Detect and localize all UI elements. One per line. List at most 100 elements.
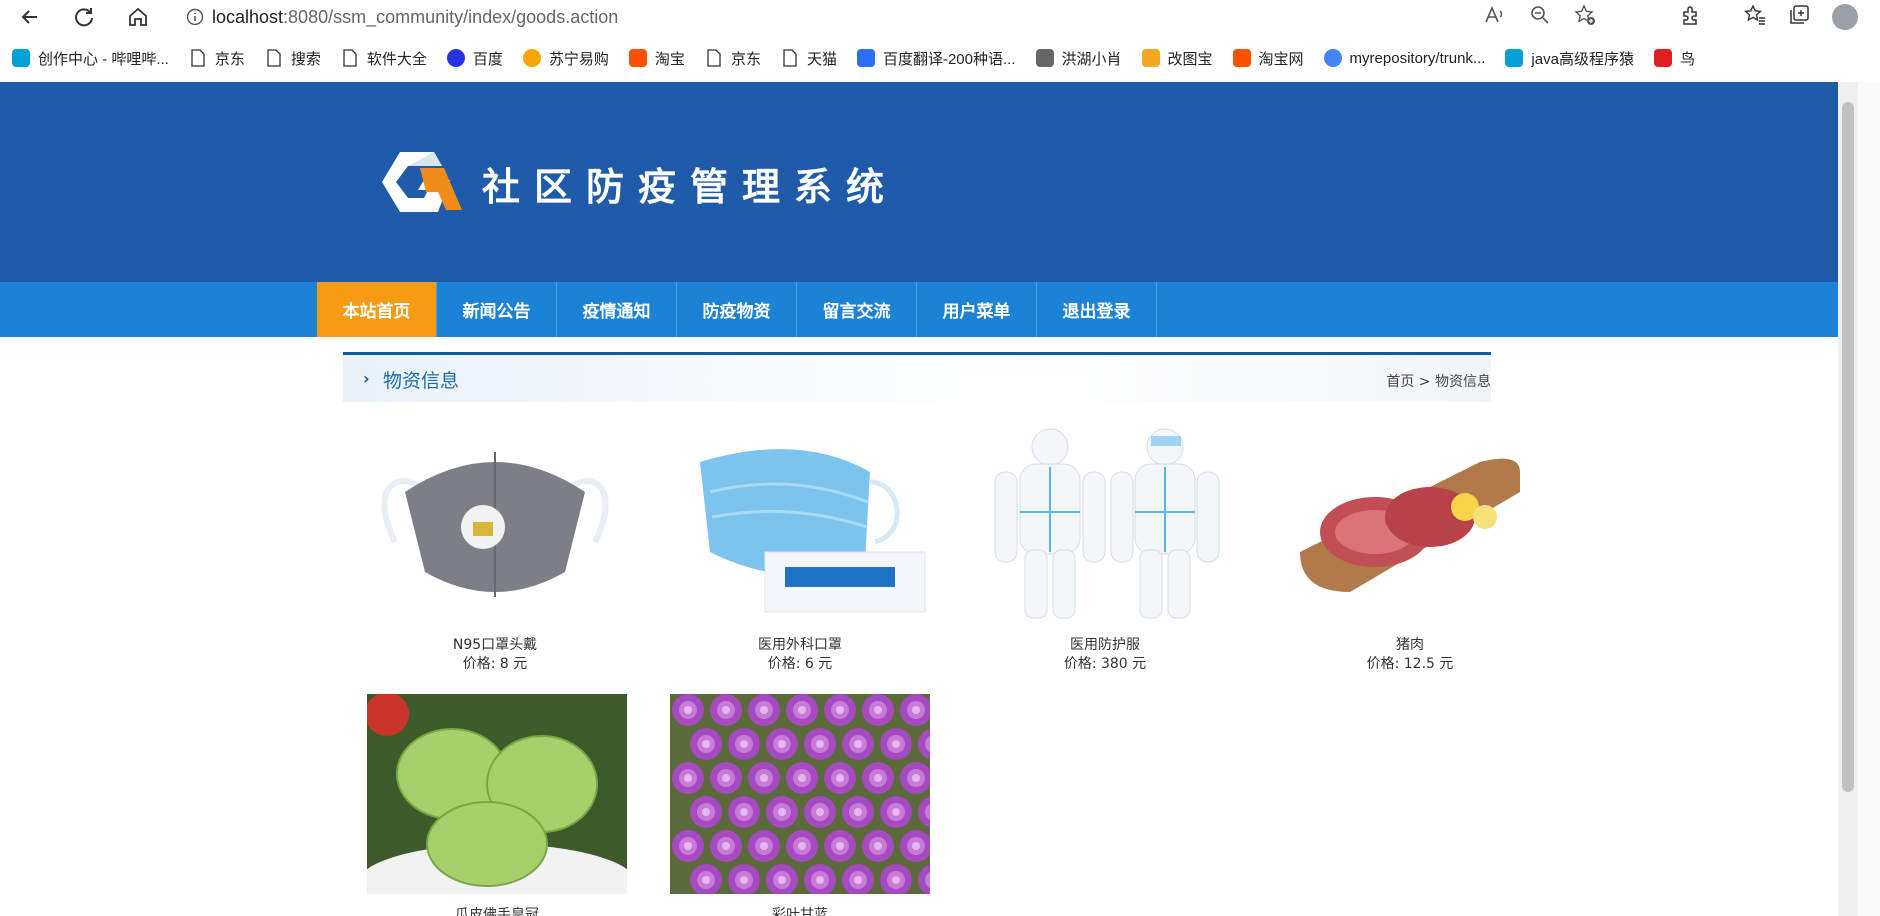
suning-icon bbox=[522, 49, 541, 67]
bookmark-item[interactable]: 天猫 bbox=[781, 48, 837, 69]
page-scrollbar[interactable] bbox=[1838, 82, 1858, 916]
bookmark-item[interactable]: 百度翻译-200种语... bbox=[856, 48, 1016, 69]
nav-item[interactable]: 疫情通知 bbox=[557, 282, 677, 337]
nav-item[interactable]: 用户菜单 bbox=[917, 282, 1037, 337]
bookmark-item[interactable]: 京东 bbox=[705, 48, 761, 69]
address-bar[interactable]: localhost:8080/ssm_community/index/goods… bbox=[178, 2, 1608, 32]
read-aloud-icon[interactable] bbox=[1484, 5, 1506, 30]
collections-icon[interactable] bbox=[1788, 4, 1810, 31]
goods-card[interactable]: 猪肉价格: 12.5 元 bbox=[1280, 422, 1540, 672]
bookmark-label: 苏宁易购 bbox=[548, 50, 609, 68]
goods-card[interactable]: 彩叶甘蓝 bbox=[670, 694, 950, 916]
browser-toolbar: localhost:8080/ssm_community/index/goods… bbox=[0, 0, 1880, 34]
goods-name[interactable]: 彩叶甘蓝 bbox=[670, 904, 930, 916]
bookmark-label: 淘宝 bbox=[654, 50, 685, 68]
bookmark-item[interactable]: java高级程序猿 bbox=[1505, 48, 1634, 69]
bookmark-label: 软件大全 bbox=[366, 50, 427, 68]
chrome-icon bbox=[1323, 49, 1342, 67]
protective-suit-image[interactable] bbox=[975, 422, 1235, 622]
bookmark-label: 洪湖小肖 bbox=[1061, 50, 1122, 68]
page-icon bbox=[341, 49, 359, 67]
page-icon bbox=[265, 49, 283, 67]
gaitubao-icon bbox=[1141, 49, 1160, 67]
chayote-image[interactable] bbox=[357, 692, 637, 916]
goods-card[interactable]: 医用防护服价格: 380 元 bbox=[975, 422, 1235, 672]
goods-price: 价格: 6 元 bbox=[767, 656, 833, 672]
surgical-mask-image[interactable] bbox=[670, 422, 930, 622]
nav-item[interactable]: 退出登录 bbox=[1037, 282, 1157, 337]
bookmark-item[interactable]: 洪湖小肖 bbox=[1035, 48, 1122, 69]
site-title: 社区防疫管理系统 bbox=[482, 165, 899, 209]
bookmark-item[interactable]: 苏宁易购 bbox=[522, 48, 609, 69]
reload-icon[interactable] bbox=[64, 2, 104, 32]
bookmark-item[interactable]: 淘宝 bbox=[628, 48, 685, 69]
bookmark-item[interactable]: 搜索 bbox=[265, 48, 321, 69]
bookmark-item[interactable]: myrepository/trunk... bbox=[1323, 49, 1486, 67]
baidu-icon bbox=[446, 49, 465, 67]
page-icon bbox=[189, 49, 207, 67]
bookmark-label: 鸟 bbox=[1679, 50, 1695, 68]
goods-price: 价格: 8 元 bbox=[462, 656, 528, 672]
section-header: › 物资信息 首页 > 物资信息 bbox=[343, 352, 1491, 402]
bookmarks-bar: 创作中心 - 哔哩哔... 京东 搜索 软件大全 百度 苏宁易购 淘宝 京东 天猫 百度翻译-20… bbox=[0, 40, 1880, 76]
bookmark-item[interactable]: 鸟 bbox=[1653, 48, 1695, 69]
bookmark-label: 百度翻译-200种语... bbox=[882, 50, 1016, 68]
goods-name[interactable]: 猪肉 bbox=[1280, 634, 1540, 654]
goods-name[interactable]: 医用防护服 bbox=[975, 634, 1235, 654]
bookmark-label: 京东 bbox=[730, 50, 761, 68]
chevron-right-icon: › bbox=[363, 369, 370, 388]
bookmark-item[interactable]: 京东 bbox=[189, 48, 245, 69]
bookmark-item[interactable]: 软件大全 bbox=[341, 48, 427, 69]
scrollbar-thumb[interactable] bbox=[1842, 102, 1854, 792]
bookmark-label: 创作中心 - 哔哩哔... bbox=[38, 50, 169, 68]
browser-right-actions bbox=[1680, 0, 1880, 34]
bookmark-label: java高级程序猿 bbox=[1531, 50, 1634, 68]
taobao-icon bbox=[1232, 49, 1251, 67]
goods-name[interactable]: 医用外科口罩 bbox=[670, 634, 930, 654]
nav-item[interactable]: 留言交流 bbox=[797, 282, 917, 337]
goods-name[interactable]: N95口罩头戴 bbox=[365, 634, 625, 654]
nav-item[interactable]: 新闻公告 bbox=[437, 282, 557, 337]
url-text[interactable]: localhost:8080/ssm_community/index/goods… bbox=[212, 7, 618, 28]
translate-icon bbox=[856, 49, 875, 67]
bookmark-item[interactable]: 改图宝 bbox=[1141, 48, 1213, 69]
favorites-icon[interactable] bbox=[1743, 3, 1766, 31]
goods-card[interactable]: 医用外科口罩价格: 6 元 bbox=[670, 422, 930, 672]
nav-item[interactable]: 本站首页 bbox=[317, 282, 437, 337]
profile-avatar[interactable] bbox=[1832, 4, 1858, 30]
site-logo-icon bbox=[382, 152, 462, 212]
bird-icon bbox=[1653, 49, 1672, 67]
site-banner: 社区防疫管理系统 bbox=[0, 82, 1840, 282]
goods-card[interactable]: 瓜皮佛手皇冠 bbox=[357, 692, 637, 916]
main-nav: 本站首页 新闻公告 疫情通知 防疫物资 留言交流 用户菜单 退出登录 bbox=[0, 282, 1840, 337]
kale-image[interactable] bbox=[670, 694, 950, 896]
bookmark-item[interactable]: 淘宝网 bbox=[1232, 48, 1304, 69]
nav-items: 本站首页 新闻公告 疫情通知 防疫物资 留言交流 用户菜单 退出登录 bbox=[317, 282, 1157, 337]
bilibili-icon bbox=[1505, 49, 1524, 67]
home-icon[interactable] bbox=[118, 2, 158, 32]
extensions-icon[interactable] bbox=[1680, 4, 1702, 31]
url-path: :8080/ssm_community/index/goods.action bbox=[283, 6, 619, 27]
goods-name[interactable]: 瓜皮佛手皇冠 bbox=[367, 904, 627, 916]
goods-card[interactable]: N95口罩头戴价格: 8 元 bbox=[365, 422, 625, 672]
bookmark-item[interactable]: 百度 bbox=[446, 48, 503, 69]
add-favorite-icon[interactable] bbox=[1574, 3, 1596, 31]
nav-item[interactable]: 防疫物资 bbox=[677, 282, 797, 337]
taobao-icon bbox=[628, 49, 647, 67]
zoom-out-icon[interactable] bbox=[1530, 5, 1550, 30]
edge-sidebar bbox=[1858, 82, 1880, 916]
bookmark-label: myrepository/trunk... bbox=[1349, 49, 1486, 67]
url-host: localhost bbox=[212, 6, 284, 27]
back-icon[interactable] bbox=[10, 2, 50, 32]
goods-price: 价格: 380 元 bbox=[1063, 656, 1147, 672]
n95-mask-image[interactable] bbox=[365, 422, 625, 622]
bookmark-item[interactable]: 创作中心 - 哔哩哔... bbox=[12, 48, 169, 69]
goods-price: 价格: 12.5 元 bbox=[1366, 656, 1454, 672]
bookmark-label: 搜索 bbox=[290, 50, 321, 68]
info-icon[interactable] bbox=[178, 2, 212, 32]
bookmark-label: 改图宝 bbox=[1167, 50, 1213, 68]
page-icon bbox=[705, 49, 723, 67]
page-viewport: 社区防疫管理系统 本站首页 新闻公告 疫情通知 防疫物资 留言交流 用户菜单 退出登录 › … bbox=[0, 82, 1840, 916]
bookmark-label: 京东 bbox=[214, 50, 245, 68]
pork-image[interactable] bbox=[1280, 422, 1540, 622]
